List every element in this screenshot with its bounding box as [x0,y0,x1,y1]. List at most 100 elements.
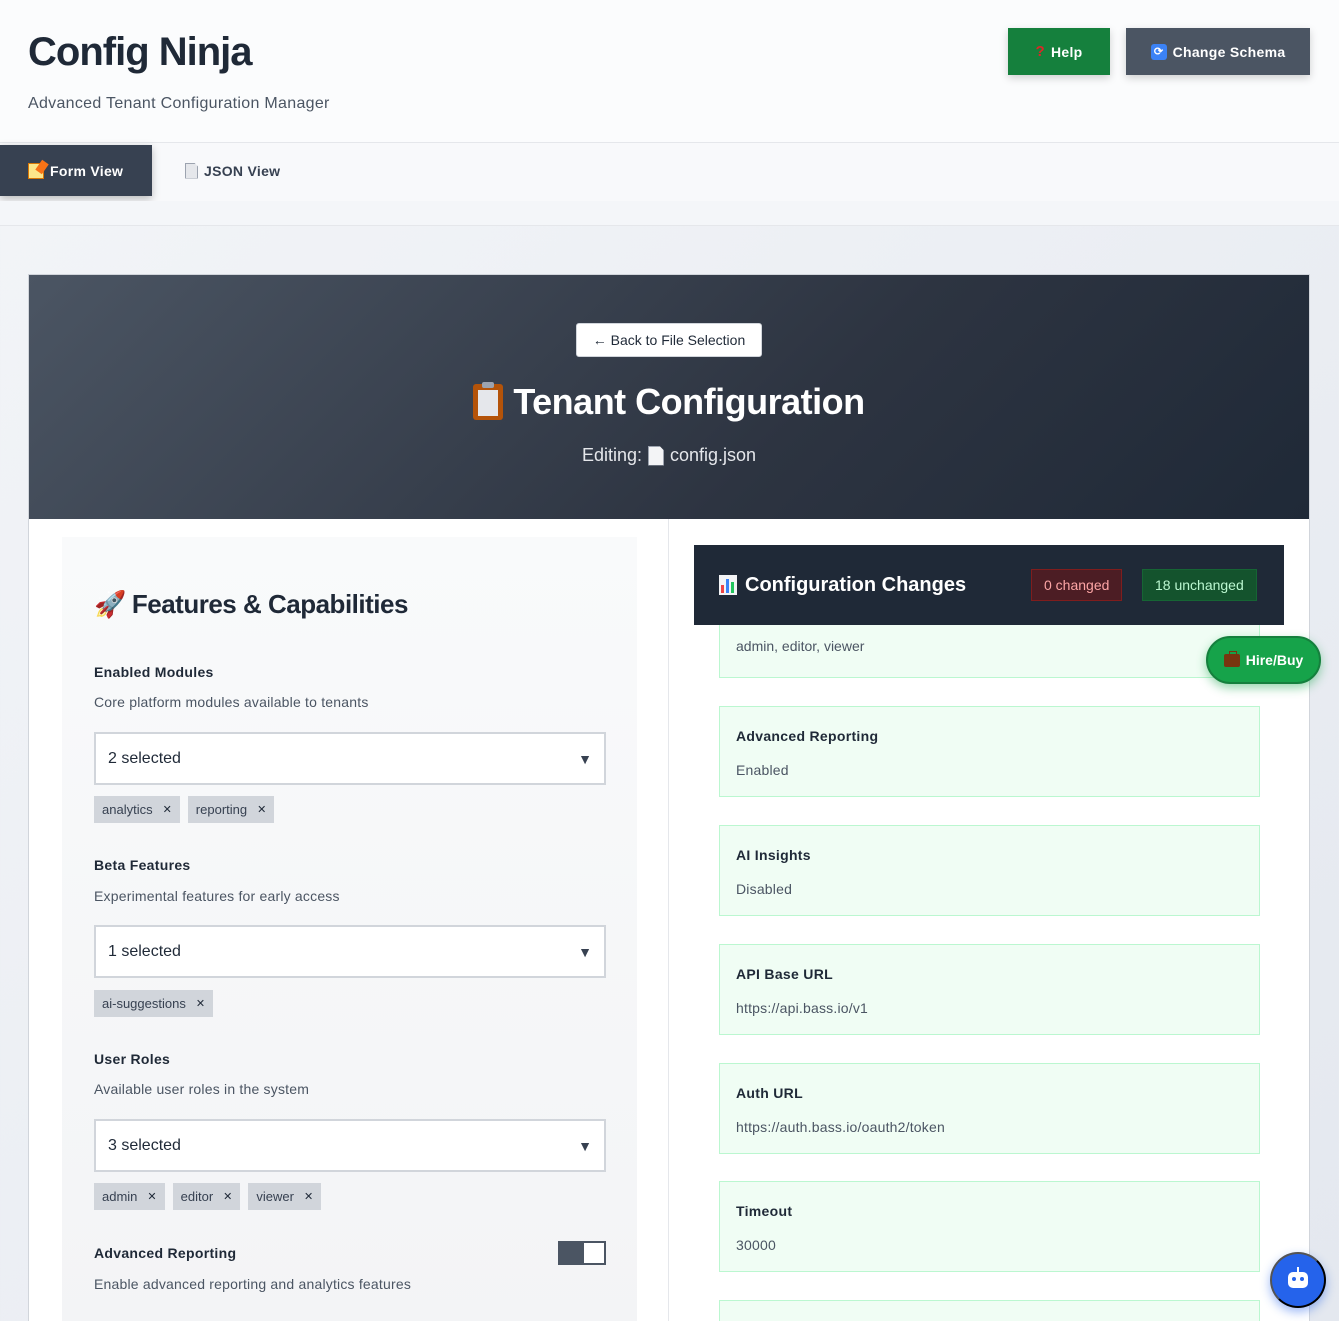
change-item [719,1300,1260,1321]
remove-chip-icon[interactable]: ✕ [257,803,266,816]
rocket-icon: 🚀 [94,589,126,619]
enabled-modules-label: Enabled Modules [94,664,214,680]
chip: reporting ✕ [187,796,275,823]
beta-features-label: Beta Features [94,857,191,873]
change-item: Advanced Reporting Enabled [719,706,1260,797]
change-item-value: admin, editor, viewer [736,638,865,654]
editing-file: Editing: config.json [29,445,1309,466]
dropdown-arrow-icon: ▼ [578,750,592,767]
change-item: AI Insights Disabled [719,825,1260,916]
help-label: Help [1050,43,1083,60]
chip: admin ✕ [94,1183,165,1210]
user-roles-chips: admin ✕ editor ✕ viewer ✕ [94,1183,322,1210]
change-item-value: Disabled [736,881,793,897]
user-roles-selected-count: 3 selected [108,1136,181,1154]
unchanged-count-badge: 18 unchanged [1142,569,1257,601]
hire-buy-label: Hire/Buy [1245,652,1304,668]
tab-form-view-label: Form View [50,162,124,179]
advanced-reporting-toggle[interactable] [558,1241,606,1265]
page-icon [185,162,198,179]
user-roles-description: Available user roles in the system [94,1081,310,1097]
form-column: 🚀 Features & Capabilities Enabled Module… [29,519,669,1321]
change-item-label: AI Insights [736,847,811,863]
toggle-knob [584,1243,604,1263]
chat-bot-button[interactable] [1270,1252,1326,1308]
advanced-reporting-description: Enable advanced reporting and analytics … [94,1276,412,1292]
back-to-file-selection-button[interactable]: ← Back to File Selection [576,323,762,357]
chip-label: ai-suggestions [102,996,186,1011]
app-header: Config Ninja Advanced Tenant Configurati… [0,0,1339,143]
change-item-label: Timeout [736,1203,793,1219]
chip: viewer ✕ [248,1183,322,1210]
changes-column: admin, editor, viewer Configuration Chan… [669,519,1309,1321]
chip-label: reporting [195,802,248,817]
tab-json-view-label: JSON View [204,162,281,179]
enabled-modules-select[interactable]: 2 selected ▼ [94,732,606,785]
change-item-value: https://api.bass.io/v1 [736,1000,869,1016]
change-item: API Base URL https://api.bass.io/v1 [719,944,1260,1035]
section-title-text: Features & Capabilities [131,589,409,619]
sync-icon: ⟳ [1150,43,1167,60]
tab-form-view[interactable]: Form View [0,145,152,196]
file-icon [647,445,664,466]
briefcase-icon [1223,650,1240,667]
changed-count-badge: 0 changed [1031,569,1123,601]
change-item-value: 30000 [736,1237,776,1253]
hero-banner: ← Back to File Selection Tenant Configur… [29,275,1309,519]
features-section: 🚀 Features & Capabilities Enabled Module… [62,537,637,1321]
change-item-label: Advanced Reporting [736,728,879,744]
view-tabs: Form View JSON View [0,143,1339,201]
page-title: Tenant Configuration [29,381,1309,423]
user-roles-select[interactable]: 3 selected ▼ [94,1119,606,1172]
page-title-text: Tenant Configuration [513,381,865,422]
changes-header: Configuration Changes 0 changed 18 uncha… [694,545,1284,625]
remove-chip-icon[interactable]: ✕ [163,803,172,816]
memo-icon [28,162,44,179]
chip: ai-suggestions ✕ [94,990,214,1017]
change-schema-label: Change Schema [1172,43,1286,60]
chip-label: editor [180,1189,214,1204]
clipboard-icon [473,382,504,420]
remove-chip-icon[interactable]: ✕ [196,997,205,1010]
chip: editor ✕ [172,1183,241,1210]
remove-chip-icon[interactable]: ✕ [223,1190,232,1203]
beta-features-chips: ai-suggestions ✕ [94,990,214,1017]
enabled-modules-chips: analytics ✕ reporting ✕ [94,796,275,823]
chip-label: admin [102,1189,138,1204]
remove-chip-icon[interactable]: ✕ [304,1190,313,1203]
dropdown-arrow-icon: ▼ [578,1137,592,1154]
enabled-modules-description: Core platform modules available to tenan… [94,694,369,710]
app-title: Config Ninja [28,30,253,74]
change-item-value: https://auth.bass.io/oauth2/token [736,1119,945,1135]
change-item-label: Auth URL [736,1085,803,1101]
changes-title: Configuration Changes [719,574,966,597]
change-item: Auth URL https://auth.bass.io/oauth2/tok… [719,1063,1260,1154]
hire-buy-button[interactable]: Hire/Buy [1206,636,1321,684]
file-name: config.json [669,445,757,465]
remove-chip-icon[interactable]: ✕ [147,1190,156,1203]
question-mark-icon: ? [1035,43,1045,60]
config-editor-card: ← Back to File Selection Tenant Configur… [28,274,1310,1321]
beta-features-selected-count: 1 selected [108,942,181,960]
tab-divider [0,201,1339,226]
advanced-reporting-label: Advanced Reporting [94,1245,237,1261]
change-item: Timeout 30000 [719,1181,1260,1272]
change-item: admin, editor, viewer [719,621,1260,678]
user-roles-label: User Roles [94,1051,171,1067]
bar-chart-icon [719,575,737,595]
editing-label: Editing: [581,445,642,465]
robot-icon [1288,1267,1308,1288]
change-item-value: Enabled [736,762,789,778]
tab-json-view[interactable]: JSON View [185,145,280,196]
beta-features-description: Experimental features for early access [94,888,340,904]
chip-label: analytics [102,802,153,817]
help-button[interactable]: ? Help [1008,28,1110,75]
chip-label: viewer [256,1189,294,1204]
changes-title-text: Configuration Changes [745,573,967,596]
change-item-label: API Base URL [736,966,833,982]
change-schema-button[interactable]: ⟳ Change Schema [1126,28,1310,75]
beta-features-select[interactable]: 1 selected ▼ [94,925,606,978]
app-subtitle: Advanced Tenant Configuration Manager [28,95,330,112]
enabled-modules-selected-count: 2 selected [108,749,181,767]
chip: analytics ✕ [94,796,180,823]
